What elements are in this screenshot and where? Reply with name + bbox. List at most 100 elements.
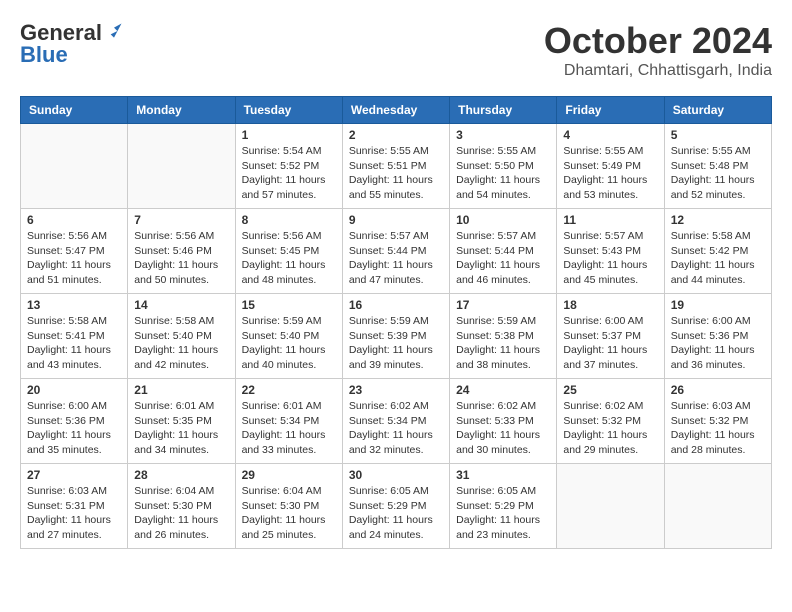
day-info: Sunrise: 6:03 AMSunset: 5:32 PMDaylight:… [671, 399, 765, 458]
day-number: 7 [134, 213, 228, 227]
day-info: Sunrise: 5:58 AMSunset: 5:42 PMDaylight:… [671, 229, 765, 288]
day-info: Sunrise: 5:59 AMSunset: 5:40 PMDaylight:… [242, 314, 336, 373]
calendar-cell: 23Sunrise: 6:02 AMSunset: 5:34 PMDayligh… [342, 379, 449, 464]
calendar-cell: 20 Sunrise: 6:00 AMSunset: 5:36 PMDayligh… [21, 379, 128, 464]
day-number: 27 [27, 468, 121, 482]
calendar-cell: 29 Sunrise: 6:04 AMSunset: 5:30 PMDayligh… [235, 464, 342, 549]
calendar-cell: 17 Sunrise: 5:59 AMSunset: 5:38 PMDayligh… [450, 294, 557, 379]
day-number: 26 [671, 383, 765, 397]
day-info: Sunrise: 6:00 AMSunset: 5:37 PMDaylight:… [563, 314, 657, 373]
calendar-cell [21, 124, 128, 209]
calendar-cell: 5 Sunrise: 5:55 AMSunset: 5:48 PMDaylight… [664, 124, 771, 209]
day-info: Sunrise: 5:58 AMSunset: 5:41 PMDaylight:… [27, 314, 121, 373]
calendar-cell: 13 Sunrise: 5:58 AMSunset: 5:41 PMDayligh… [21, 294, 128, 379]
day-number: 1 [242, 128, 336, 142]
day-number: 9 [349, 213, 443, 227]
calendar-week-row: 27 Sunrise: 6:03 AMSunset: 5:31 PMDayligh… [21, 464, 772, 549]
weekday-header: Sunday [21, 97, 128, 124]
page-header: General Blue October 2024 Dhamtari, Chha… [20, 20, 772, 80]
day-number: 20 [27, 383, 121, 397]
day-number: 25 [563, 383, 657, 397]
day-number: 24 [456, 383, 550, 397]
calendar-week-row: 20 Sunrise: 6:00 AMSunset: 5:36 PMDayligh… [21, 379, 772, 464]
calendar-cell: 1 Sunrise: 5:54 AMSunset: 5:52 PMDaylight… [235, 124, 342, 209]
calendar-cell [557, 464, 664, 549]
weekday-header: Thursday [450, 97, 557, 124]
calendar-table: SundayMondayTuesdayWednesdayThursdayFrid… [20, 96, 772, 549]
day-number: 5 [671, 128, 765, 142]
calendar-cell: 8 Sunrise: 5:56 AMSunset: 5:45 PMDaylight… [235, 209, 342, 294]
day-number: 13 [27, 298, 121, 312]
day-number: 22 [242, 383, 336, 397]
day-info: Sunrise: 5:59 AMSunset: 5:38 PMDaylight:… [456, 314, 550, 373]
logo-blue-text: Blue [20, 42, 68, 67]
calendar-week-row: 6 Sunrise: 5:56 AMSunset: 5:47 PMDaylight… [21, 209, 772, 294]
day-number: 19 [671, 298, 765, 312]
calendar-cell: 3Sunrise: 5:55 AMSunset: 5:50 PMDaylight… [450, 124, 557, 209]
calendar-cell: 4 Sunrise: 5:55 AMSunset: 5:49 PMDaylight… [557, 124, 664, 209]
calendar-header-row: SundayMondayTuesdayWednesdayThursdayFrid… [21, 97, 772, 124]
month-title: October 2024 [544, 20, 772, 62]
calendar-cell: 10 Sunrise: 5:57 AMSunset: 5:44 PMDayligh… [450, 209, 557, 294]
day-info: Sunrise: 5:54 AMSunset: 5:52 PMDaylight:… [242, 144, 336, 203]
calendar-cell: 25 Sunrise: 6:02 AMSunset: 5:32 PMDayligh… [557, 379, 664, 464]
calendar-cell: 16Sunrise: 5:59 AMSunset: 5:39 PMDayligh… [342, 294, 449, 379]
day-number: 14 [134, 298, 228, 312]
day-info: Sunrise: 6:04 AMSunset: 5:30 PMDaylight:… [242, 484, 336, 543]
calendar-cell: 12 Sunrise: 5:58 AMSunset: 5:42 PMDayligh… [664, 209, 771, 294]
day-info: Sunrise: 5:55 AMSunset: 5:51 PMDaylight:… [349, 144, 443, 203]
calendar-week-row: 1 Sunrise: 5:54 AMSunset: 5:52 PMDaylight… [21, 124, 772, 209]
location-subtitle: Dhamtari, Chhattisgarh, India [544, 62, 772, 80]
day-info: Sunrise: 5:55 AMSunset: 5:48 PMDaylight:… [671, 144, 765, 203]
day-info: Sunrise: 5:55 AMSunset: 5:49 PMDaylight:… [563, 144, 657, 203]
calendar-cell: 21Sunrise: 6:01 AMSunset: 5:35 PMDayligh… [128, 379, 235, 464]
day-info: Sunrise: 5:56 AMSunset: 5:46 PMDaylight:… [134, 229, 228, 288]
weekday-header: Wednesday [342, 97, 449, 124]
day-info: Sunrise: 6:00 AMSunset: 5:36 PMDaylight:… [27, 399, 121, 458]
logo-bird-icon [104, 21, 124, 41]
calendar-cell: 2 Sunrise: 5:55 AMSunset: 5:51 PMDaylight… [342, 124, 449, 209]
calendar-cell: 19Sunrise: 6:00 AMSunset: 5:36 PMDayligh… [664, 294, 771, 379]
title-section: October 2024 Dhamtari, Chhattisgarh, Ind… [544, 20, 772, 80]
calendar-cell: 28Sunrise: 6:04 AMSunset: 5:30 PMDayligh… [128, 464, 235, 549]
day-number: 17 [456, 298, 550, 312]
calendar-cell: 18 Sunrise: 6:00 AMSunset: 5:37 PMDayligh… [557, 294, 664, 379]
day-info: Sunrise: 5:56 AMSunset: 5:45 PMDaylight:… [242, 229, 336, 288]
calendar-cell: 27 Sunrise: 6:03 AMSunset: 5:31 PMDayligh… [21, 464, 128, 549]
calendar-cell: 9 Sunrise: 5:57 AMSunset: 5:44 PMDaylight… [342, 209, 449, 294]
day-info: Sunrise: 6:05 AMSunset: 5:29 PMDaylight:… [456, 484, 550, 543]
day-info: Sunrise: 6:03 AMSunset: 5:31 PMDaylight:… [27, 484, 121, 543]
day-number: 16 [349, 298, 443, 312]
day-number: 29 [242, 468, 336, 482]
calendar-cell: 22 Sunrise: 6:01 AMSunset: 5:34 PMDayligh… [235, 379, 342, 464]
calendar-cell: 24 Sunrise: 6:02 AMSunset: 5:33 PMDayligh… [450, 379, 557, 464]
calendar-cell: 26 Sunrise: 6:03 AMSunset: 5:32 PMDayligh… [664, 379, 771, 464]
calendar-cell: 15 Sunrise: 5:59 AMSunset: 5:40 PMDayligh… [235, 294, 342, 379]
day-number: 2 [349, 128, 443, 142]
day-info: Sunrise: 6:02 AMSunset: 5:32 PMDaylight:… [563, 399, 657, 458]
weekday-header: Tuesday [235, 97, 342, 124]
day-info: Sunrise: 5:57 AMSunset: 5:44 PMDaylight:… [349, 229, 443, 288]
calendar-cell: 6 Sunrise: 5:56 AMSunset: 5:47 PMDaylight… [21, 209, 128, 294]
weekday-header: Friday [557, 97, 664, 124]
day-number: 8 [242, 213, 336, 227]
day-number: 10 [456, 213, 550, 227]
day-info: Sunrise: 5:55 AMSunset: 5:50 PMDaylight:… [456, 144, 550, 203]
day-info: Sunrise: 6:01 AMSunset: 5:34 PMDaylight:… [242, 399, 336, 458]
day-info: Sunrise: 5:57 AMSunset: 5:44 PMDaylight:… [456, 229, 550, 288]
calendar-cell [128, 124, 235, 209]
day-number: 15 [242, 298, 336, 312]
calendar-cell: 11Sunrise: 5:57 AMSunset: 5:43 PMDayligh… [557, 209, 664, 294]
day-info: Sunrise: 6:02 AMSunset: 5:34 PMDaylight:… [349, 399, 443, 458]
calendar-cell [664, 464, 771, 549]
day-info: Sunrise: 6:02 AMSunset: 5:33 PMDaylight:… [456, 399, 550, 458]
day-number: 4 [563, 128, 657, 142]
day-number: 18 [563, 298, 657, 312]
calendar-week-row: 13 Sunrise: 5:58 AMSunset: 5:41 PMDayligh… [21, 294, 772, 379]
calendar-cell: 31Sunrise: 6:05 AMSunset: 5:29 PMDayligh… [450, 464, 557, 549]
day-number: 12 [671, 213, 765, 227]
day-number: 6 [27, 213, 121, 227]
day-info: Sunrise: 5:56 AMSunset: 5:47 PMDaylight:… [27, 229, 121, 288]
calendar-cell: 30Sunrise: 6:05 AMSunset: 5:29 PMDayligh… [342, 464, 449, 549]
day-info: Sunrise: 6:01 AMSunset: 5:35 PMDaylight:… [134, 399, 228, 458]
